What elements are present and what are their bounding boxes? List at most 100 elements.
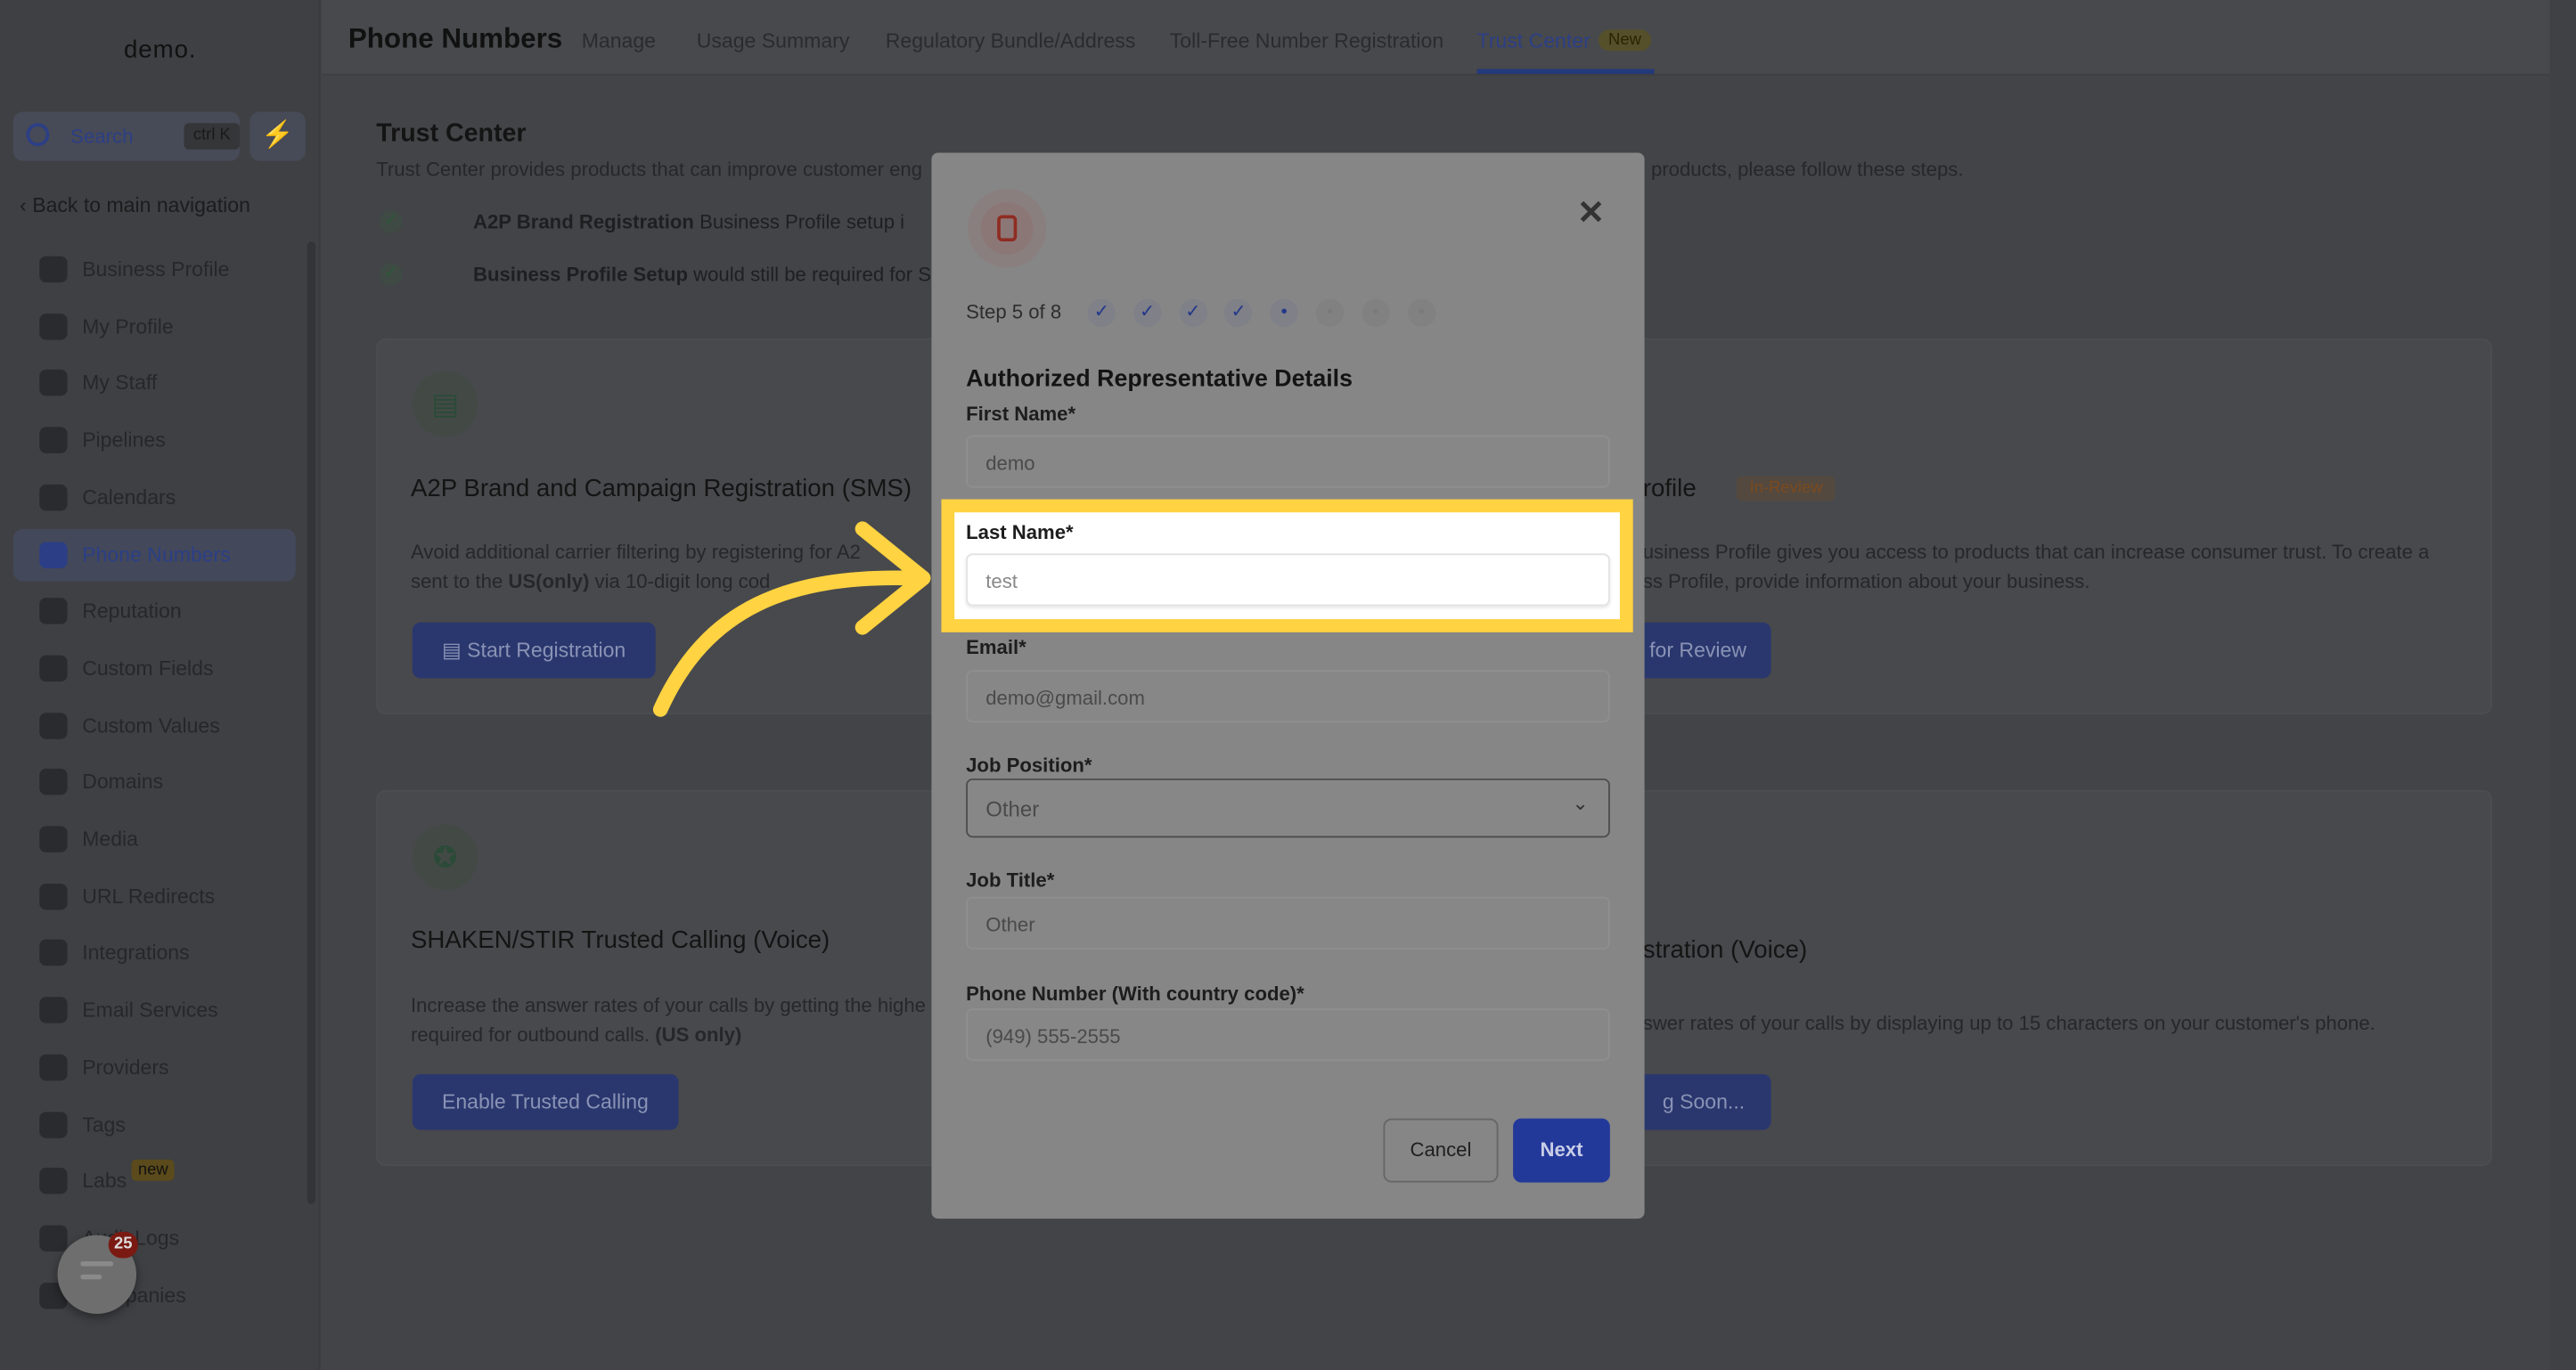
back-label: Back to main navigation — [32, 194, 250, 217]
tab-trust-center[interactable]: Trust Center — [1477, 29, 1591, 53]
pipelines-icon — [39, 428, 67, 454]
tab-usage-summary[interactable]: Usage Summary — [697, 29, 850, 53]
sidebar-item-providers[interactable]: Providers — [13, 1041, 296, 1094]
labs-icon — [39, 1168, 67, 1195]
sidebar-item-custom-fields[interactable]: Custom Fields — [13, 642, 296, 695]
new-badge: New — [1599, 29, 1651, 51]
sidebar-item-domains[interactable]: Domains — [13, 756, 296, 809]
email-services-icon — [39, 997, 67, 1023]
a2p-card-title: A2P Brand and Campaign Registration (SMS… — [411, 475, 912, 502]
sidebar-item-business-profile[interactable]: Business Profile — [13, 243, 296, 296]
integrations-icon — [39, 940, 67, 966]
sidebar-item-label: Phone Numbers — [82, 542, 231, 566]
tab-toll-free-registration[interactable]: Toll-Free Number Registration — [1170, 29, 1443, 53]
page-scrollbar[interactable] — [2550, 0, 2576, 1370]
close-icon[interactable]: ✕ — [1577, 192, 1605, 233]
top-header: Phone Numbers Manage Usage Summary Regul… — [322, 0, 2549, 76]
custom-fields-icon — [39, 655, 67, 681]
sidebar-item-calendars[interactable]: Calendars — [13, 471, 296, 524]
step-current-icon: • — [1271, 299, 1298, 327]
step-indicator-label: Step 5 of 8 — [966, 300, 1061, 323]
sidebar-item-label: Pipelines — [82, 428, 166, 452]
search-icon — [27, 123, 50, 146]
sidebar-item-integrations[interactable]: Integrations — [13, 927, 296, 980]
sidebar-item-custom-values[interactable]: Custom Values — [13, 699, 296, 752]
enable-trusted-calling-button[interactable]: Enable Trusted Calling — [413, 1074, 678, 1130]
step-complete-icon: ✓ — [1179, 299, 1206, 327]
trust-center-desc: Trust Center provides products that can … — [376, 158, 922, 181]
first-name-input[interactable]: demo — [966, 436, 1610, 488]
sidebar-item-reputation[interactable]: Reputation — [13, 585, 296, 638]
pointer-arrow-icon — [641, 510, 953, 731]
sidebar-item-url-redirects[interactable]: URL Redirects — [13, 870, 296, 923]
tab-manage[interactable]: Manage — [582, 29, 656, 53]
job-title-label: Job Title* — [966, 868, 1054, 892]
chat-unread-count: 25 — [109, 1232, 138, 1259]
job-position-label: Job Position* — [966, 754, 1092, 777]
phone-input[interactable]: (949) 555-2555 — [966, 1008, 1610, 1061]
media-icon — [39, 826, 67, 852]
labs-new-badge: new — [132, 1160, 176, 1181]
sidebar-item-pipelines[interactable]: Pipelines — [13, 414, 296, 467]
step-2-text: Business Profile Setup would still be re… — [473, 263, 945, 286]
search-label: Search — [70, 125, 133, 148]
quick-actions-icon[interactable]: ⚡ — [249, 111, 306, 160]
search-shortcut: ctrl K — [184, 123, 241, 150]
last-name-label: Last Name* — [966, 520, 1074, 543]
my-staff-icon — [39, 371, 67, 397]
start-registration-button[interactable]: ▤ Start Registration — [413, 623, 656, 679]
shaken-stir-card-desc: Increase the answer rates of your calls … — [411, 991, 926, 1049]
step-1-text: A2P Brand Registration Business Profile … — [473, 210, 904, 233]
search-button[interactable]: Search ctrl K — [13, 111, 240, 160]
first-name-label: First Name* — [966, 403, 1075, 426]
domains-icon — [39, 769, 67, 795]
reputation-icon — [39, 598, 67, 624]
document-icon: ▤ — [442, 639, 467, 662]
brand-logo: demo. — [0, 37, 321, 64]
email-input[interactable]: demo@gmail.com — [966, 670, 1610, 722]
sidebar-item-label: Reputation — [82, 599, 181, 623]
cnam-card-desc: swer rates of your calls by displaying u… — [1643, 1008, 2376, 1038]
sidebar-scrollbar[interactable] — [307, 241, 315, 1203]
step-complete-icon: ✓ — [1088, 299, 1116, 327]
sidebar-item-label: Tags — [82, 1113, 126, 1136]
next-button[interactable]: Next — [1513, 1119, 1610, 1183]
cnam-card-title: stration (Voice) — [1643, 936, 1807, 964]
audit-logs-icon — [39, 1225, 67, 1252]
email-label: Email* — [966, 636, 1026, 659]
sidebar-item-label: My Staff — [82, 371, 157, 395]
registration-modal: ✕ Step 5 of 8 ✓✓✓✓•••• Authorized Repres… — [931, 152, 1644, 1219]
sidebar-item-label: Business Profile — [82, 257, 229, 281]
sidebar-item-media[interactable]: Media — [13, 813, 296, 866]
sidebar-item-companies[interactable]: Companies — [13, 1268, 296, 1321]
my-profile-icon — [39, 314, 67, 340]
chat-icon — [80, 1261, 113, 1267]
cancel-button[interactable]: Cancel — [1383, 1119, 1498, 1183]
back-to-main-nav[interactable]: ‹ Back to main navigation — [20, 194, 250, 217]
sidebar-item-label: Email Services — [82, 999, 217, 1022]
sidebar-item-tags[interactable]: Tags — [13, 1098, 296, 1151]
sidebar-item-my-profile[interactable]: My Profile — [13, 300, 296, 353]
last-name-input[interactable]: test — [966, 553, 1610, 606]
sidebar-item-label: Custom Values — [82, 714, 220, 737]
document-icon: ▤ — [413, 371, 478, 437]
sidebar-item-my-staff[interactable]: My Staff — [13, 357, 296, 410]
tab-regulatory-bundle[interactable]: Regulatory Bundle/Address — [886, 29, 1136, 53]
sidebar-item-label: Providers — [82, 1056, 168, 1079]
business-profile-icon — [39, 257, 67, 283]
job-position-select[interactable]: Other⌄ — [966, 779, 1610, 837]
trust-center-desc-end: products, please follow these steps. — [1651, 158, 1964, 181]
sidebar-item-label: My Profile — [82, 314, 173, 338]
job-title-input[interactable]: Other — [966, 897, 1610, 950]
sidebar-item-email-services[interactable]: Email Services — [13, 984, 296, 1037]
url-redirects-icon — [39, 883, 67, 909]
sidebar: demo. Search ctrl K ⚡ ‹ Back to main nav… — [0, 0, 321, 1370]
active-tab-indicator — [1477, 69, 1655, 74]
calendars-icon — [39, 485, 67, 511]
sidebar-item-phone-numbers[interactable]: Phone Numbers — [13, 528, 296, 581]
verified-badge-icon: ✪ — [413, 825, 478, 891]
business-profile-card-title: rofile — [1643, 475, 1697, 502]
providers-icon — [39, 1054, 67, 1081]
app: demo. Search ctrl K ⚡ ‹ Back to main nav… — [0, 0, 2576, 1370]
sidebar-item-audit-logs[interactable]: Audit Logs — [13, 1211, 296, 1264]
